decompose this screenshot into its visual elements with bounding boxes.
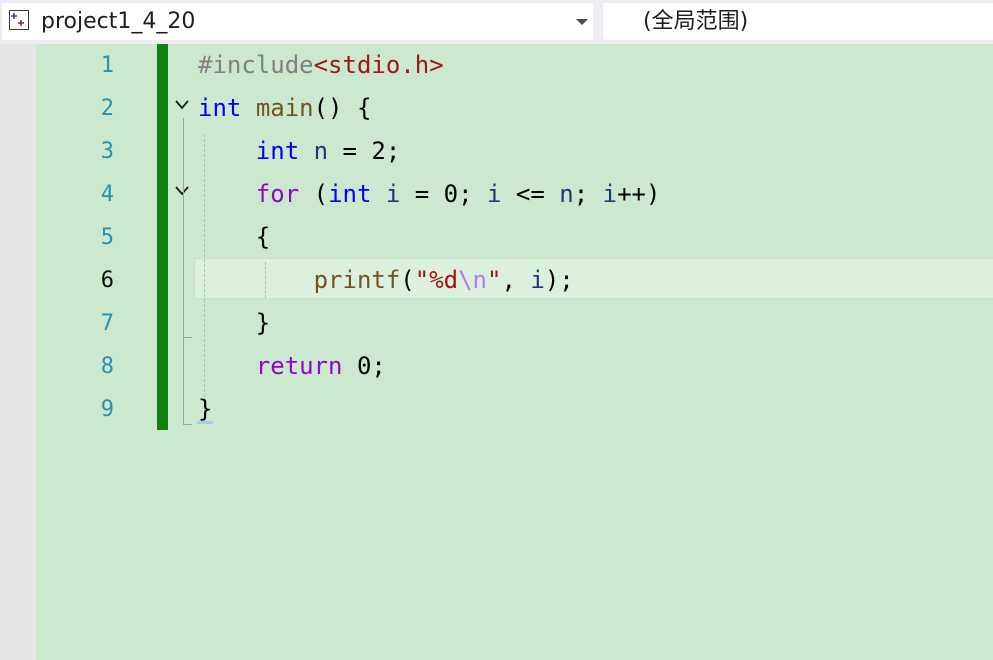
- token: (: [400, 266, 415, 294]
- line-number-current: 6: [100, 268, 114, 293]
- token: i: [530, 266, 545, 294]
- token: ++): [617, 180, 661, 208]
- line-number: 1: [100, 53, 114, 78]
- code-editor[interactable]: 1 2 3 4 5 6 7 8 9 #include<stdio.h> int …: [36, 44, 993, 660]
- token: printf: [313, 266, 401, 294]
- token: 0;: [342, 352, 386, 380]
- token: );: [544, 266, 574, 294]
- indicator-margin: [0, 44, 36, 660]
- code-line-1: #include<stdio.h>: [198, 44, 444, 87]
- line-number: 9: [100, 397, 114, 422]
- code-line-5: {: [198, 216, 270, 259]
- token: i: [487, 180, 502, 208]
- code-line-8: return 0;: [198, 345, 386, 388]
- code-line-2: int main() {: [198, 87, 371, 130]
- code-line-3: int n = 2;: [198, 130, 401, 173]
- line-number: 4: [100, 182, 114, 207]
- code-line-9: }: [198, 388, 212, 431]
- navigation-bar: project1_4_20 (全局范围): [0, 0, 993, 44]
- token: <stdio.h>: [313, 51, 444, 79]
- token: ,: [501, 266, 531, 294]
- cpp-project-icon: [9, 10, 29, 30]
- code-line-6: printf("%d\n", i);: [198, 259, 574, 302]
- code-line-4: for (int i = 0; i <= n; i++): [198, 173, 661, 216]
- token: int: [198, 94, 242, 122]
- token: ": [487, 266, 502, 294]
- code-line-7: }: [198, 302, 270, 345]
- outline-end-main: [183, 424, 192, 425]
- token: {: [255, 223, 271, 251]
- token: ;: [573, 180, 603, 208]
- token: = 0;: [400, 180, 488, 208]
- token: int: [328, 180, 372, 208]
- token: (: [299, 180, 329, 208]
- token: n: [313, 137, 329, 165]
- fold-chevron-icon[interactable]: [175, 100, 189, 110]
- token: int: [255, 137, 300, 165]
- brace-match-marker: [197, 421, 213, 424]
- line-number: 7: [100, 311, 114, 336]
- chevron-down-icon[interactable]: [576, 19, 588, 25]
- token: () {: [313, 94, 372, 122]
- line-number: 8: [100, 354, 114, 379]
- token: return: [255, 352, 343, 380]
- outline-line-for: [183, 205, 184, 337]
- line-number: 3: [100, 139, 114, 164]
- change-tracking-bar: [157, 44, 168, 430]
- token: = 2;: [328, 137, 401, 165]
- token: <=: [501, 180, 560, 208]
- project-name: project1_4_20: [41, 9, 196, 34]
- fold-chevron-icon[interactable]: [175, 186, 189, 196]
- token: #include: [198, 51, 314, 79]
- token: }: [255, 309, 271, 337]
- outline-end-for: [183, 337, 192, 338]
- token: for: [255, 180, 300, 208]
- token: }: [198, 395, 213, 423]
- scope-name: (全局范围): [643, 9, 749, 34]
- token: "%d: [414, 266, 459, 294]
- token: main: [255, 94, 314, 122]
- line-number: 2: [100, 96, 114, 121]
- token: n: [559, 180, 574, 208]
- token: i: [385, 180, 401, 208]
- project-dropdown[interactable]: project1_4_20: [2, 3, 593, 40]
- scope-dropdown[interactable]: (全局范围): [603, 3, 993, 40]
- token: i: [602, 180, 618, 208]
- token: \n: [458, 266, 488, 294]
- line-number: 5: [100, 225, 114, 250]
